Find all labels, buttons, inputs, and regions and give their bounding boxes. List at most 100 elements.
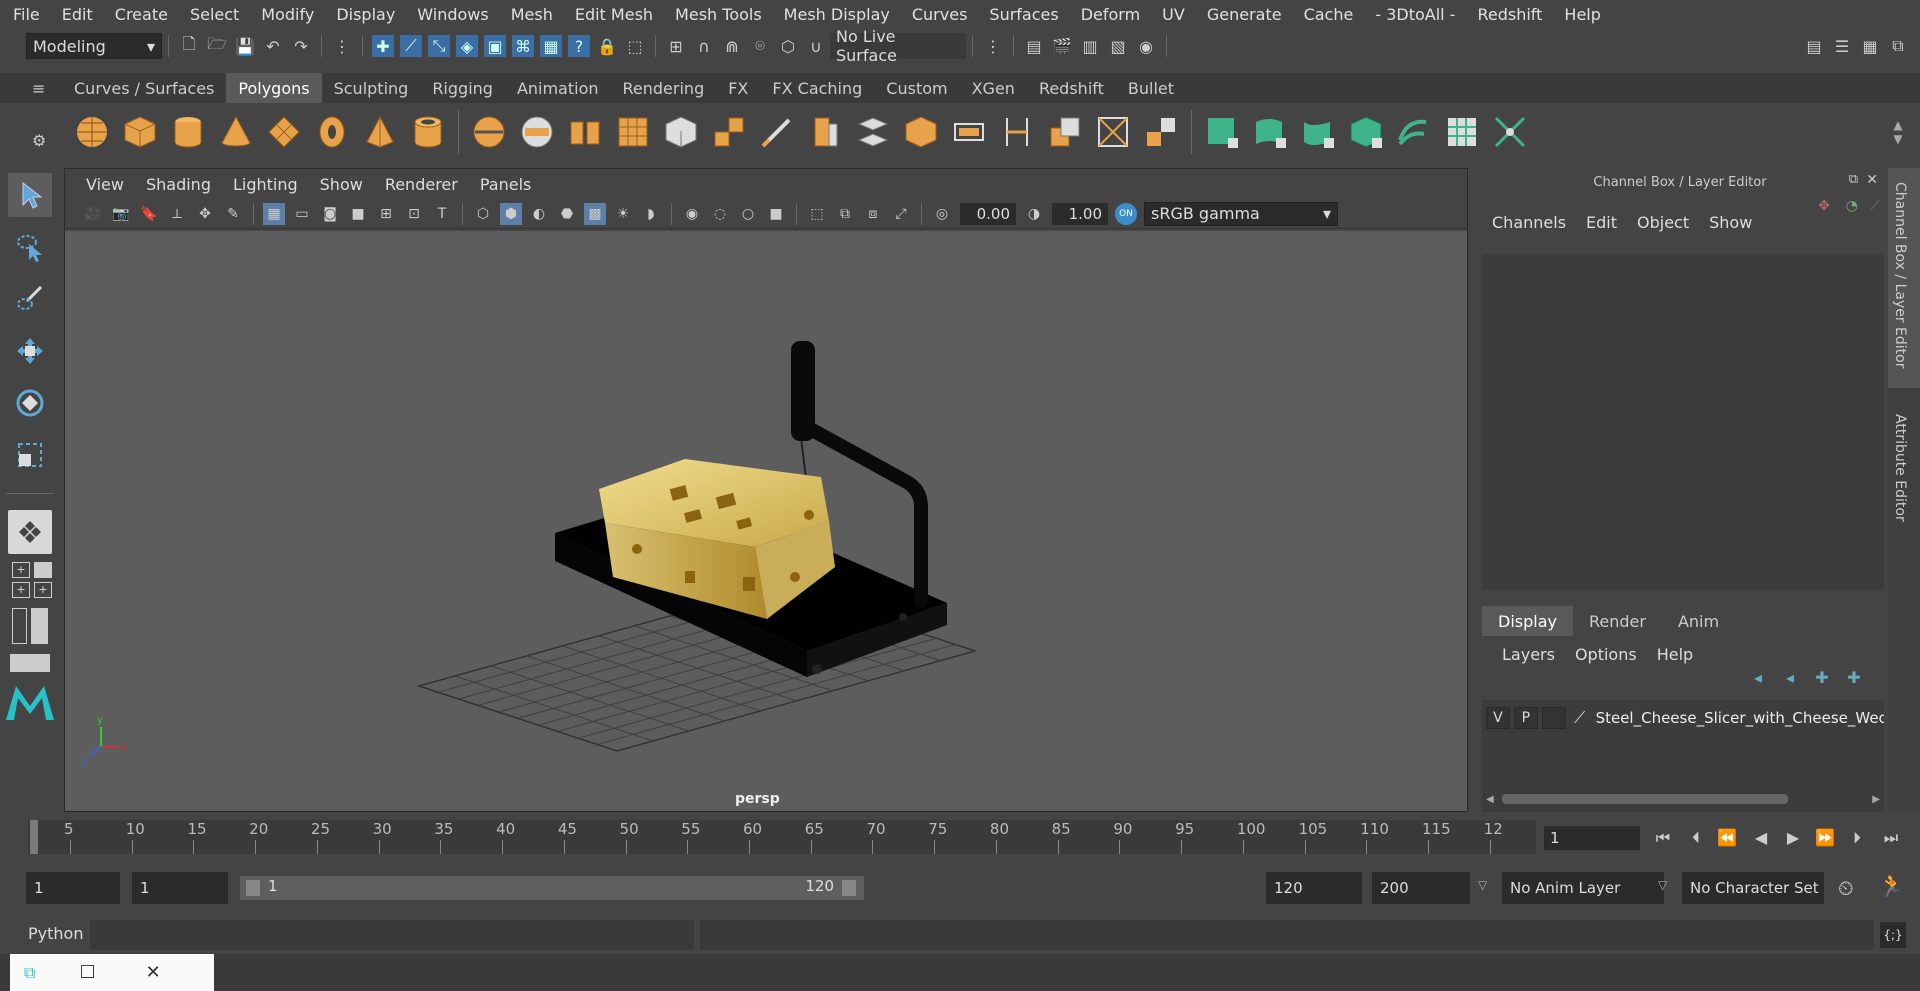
gate-mask-icon[interactable]: ■ (347, 203, 369, 225)
unfold-uv-icon[interactable] (1394, 112, 1434, 152)
timeline-layout-icon[interactable] (10, 654, 50, 672)
shelf-tab-fx[interactable]: FX (716, 73, 760, 103)
menu-redshift[interactable]: Redshift (1466, 5, 1553, 24)
vp-menu-show[interactable]: Show (309, 175, 374, 194)
depth-of-field-icon[interactable]: ■ (765, 203, 787, 225)
uv-editor-icon[interactable] (1442, 112, 1482, 152)
step-forward-key-icon[interactable]: ⏵ (1846, 828, 1868, 850)
new-layer-selected-icon[interactable]: ✚ (1838, 668, 1870, 687)
snap-curve-icon[interactable]: ▣ (484, 35, 506, 57)
cb-menu-channels[interactable]: Channels (1482, 213, 1576, 232)
layer-color-icon[interactable]: ⟋ (1570, 707, 1590, 729)
hyperbolic-icon[interactable]: ⟋ (1870, 198, 1880, 214)
command-input[interactable] (90, 920, 694, 950)
le-menu-options[interactable]: Options (1565, 645, 1647, 664)
multi-cut-icon[interactable] (757, 112, 797, 152)
safe-title-icon[interactable]: T (431, 203, 453, 225)
smooth-shade-icon[interactable]: ⬢ (500, 202, 522, 225)
lasso-tool-icon[interactable] (8, 225, 52, 269)
go-to-start-icon[interactable]: ⏮ (1652, 828, 1674, 850)
bookmark-icon[interactable]: 🔖 (138, 203, 160, 225)
layer-visibility-toggle[interactable]: V (1486, 707, 1510, 729)
range-end-handle[interactable] (842, 880, 856, 896)
mirror-icon[interactable] (1093, 112, 1133, 152)
anim-layer-field[interactable]: No Anim Layer (1502, 872, 1664, 904)
render-settings-icon[interactable]: ▧ (1107, 35, 1129, 57)
wireframe-on-shaded-icon[interactable]: ◐ (528, 203, 550, 225)
layer-row[interactable]: V P ⟋ Steel_Cheese_Slicer_with_Cheese_We… (1482, 704, 1884, 732)
manipulator-icon[interactable]: ✥ (1818, 198, 1830, 214)
tab-render[interactable]: Render (1573, 606, 1662, 636)
poly-torus-icon[interactable] (312, 112, 352, 152)
menu-mesh[interactable]: Mesh (500, 5, 564, 24)
shelf-tab-sculpting[interactable]: Sculpting (322, 73, 421, 103)
mode-selector[interactable]: Modeling ▾ (26, 33, 162, 59)
attribute-editor-toggle-icon[interactable]: ☰ (1831, 35, 1853, 57)
chevron-down-icon[interactable]: ▼ (1893, 132, 1902, 146)
view-transform-dropdown[interactable]: sRGB gamma ▾ (1144, 201, 1338, 226)
scroll-right-icon[interactable]: ▶ (1872, 794, 1880, 805)
open-scene-icon[interactable]: 🗁 (206, 34, 228, 57)
playback-end-field[interactable]: 120 (1266, 872, 1362, 904)
camera-icon[interactable]: 🎥 (82, 203, 104, 225)
shelf-tab-custom[interactable]: Custom (874, 73, 959, 103)
fill-hole-icon[interactable] (949, 112, 989, 152)
xray-icon[interactable]: ⬣ (556, 203, 578, 225)
two-d-pan-zoom-icon[interactable]: ✥ (194, 203, 216, 225)
render-current-icon[interactable]: 🎬 (1051, 35, 1073, 57)
hypershade-icon[interactable]: ◉ (1135, 35, 1157, 57)
field-chart-icon[interactable]: ⊞ (375, 203, 397, 225)
camera-attributes-icon[interactable]: 📷 (110, 203, 132, 225)
close-icon[interactable]: ✕ (146, 962, 161, 983)
range-start-handle[interactable] (246, 880, 260, 896)
menu-edit-mesh[interactable]: Edit Mesh (564, 5, 664, 24)
menu-cache[interactable]: Cache (1293, 5, 1365, 24)
chevron-up-icon[interactable]: ▲ (1893, 118, 1902, 132)
move-layer-up-icon[interactable]: ◂ (1742, 668, 1774, 687)
scrollbar-thumb[interactable] (1501, 794, 1788, 804)
3d-viewport[interactable]: y x z persp (65, 231, 1467, 811)
xray-active-icon[interactable]: ⧈ (862, 203, 884, 225)
snap-to-surface-icon[interactable]: ⬡ (777, 35, 799, 57)
poly-pyramid-icon[interactable] (360, 112, 400, 152)
bevel-icon[interactable] (805, 112, 845, 152)
gamma-field[interactable]: 1.00 (1052, 202, 1108, 225)
menu-uv[interactable]: UV (1151, 5, 1196, 24)
snap-to-point-icon[interactable]: ⋒ (721, 35, 743, 57)
select-component-icon[interactable]: ⤡ (428, 35, 450, 57)
poly-cube-icon[interactable] (120, 112, 160, 152)
poly-sphere-icon[interactable] (72, 112, 112, 152)
tool-settings-icon[interactable]: ▦ (1859, 35, 1881, 57)
step-back-key-icon[interactable]: ⏴ (1685, 828, 1707, 850)
chevron-down-icon[interactable]: ▽ (1658, 878, 1667, 892)
modeling-toolkit-icon[interactable]: ▤ (1803, 35, 1825, 57)
live-surface-field[interactable]: No Live Surface (830, 27, 966, 65)
menu-create[interactable]: Create (104, 5, 179, 24)
menu-display[interactable]: Display (325, 5, 406, 24)
auto-uv-icon[interactable] (1346, 112, 1386, 152)
snap-to-curve-icon[interactable]: ∩ (693, 35, 715, 57)
exposure-field[interactable]: 0.00 (960, 202, 1016, 225)
menu-curves[interactable]: Curves (901, 5, 979, 24)
shelf-menu-icon[interactable]: ≡ (32, 79, 45, 98)
script-editor-icon[interactable]: {;} (1880, 922, 1906, 948)
animation-end-field[interactable]: 200 (1372, 872, 1470, 904)
menu-set-icon[interactable]: ⋮ (331, 35, 353, 57)
close-icon[interactable]: ✕ (1866, 172, 1878, 188)
planar-uv-icon[interactable] (1202, 112, 1242, 152)
extrude-icon[interactable] (709, 112, 749, 152)
chevron-down-icon[interactable]: ▽ (1478, 878, 1487, 892)
merge-icon[interactable] (997, 112, 1037, 152)
single-pane-layout-icon[interactable] (8, 510, 52, 554)
redo-icon[interactable]: ↷ (290, 35, 312, 57)
gear-icon[interactable]: ⚙ (32, 131, 46, 150)
exposure-icon[interactable]: ◎ (931, 203, 953, 225)
snap-to-view-icon[interactable]: ⌾ (749, 35, 771, 57)
menu-3dtoall[interactable]: - 3DtoAll - (1364, 5, 1466, 24)
move-tool-icon[interactable] (8, 329, 52, 373)
cb-menu-edit[interactable]: Edit (1576, 213, 1627, 232)
cylindrical-uv-icon[interactable] (1250, 112, 1290, 152)
range-slider[interactable]: 1 120 (240, 876, 864, 900)
new-scene-icon[interactable]: 🗋 (178, 34, 200, 57)
step-forward-frame-icon[interactable]: ⏩ (1814, 828, 1836, 850)
